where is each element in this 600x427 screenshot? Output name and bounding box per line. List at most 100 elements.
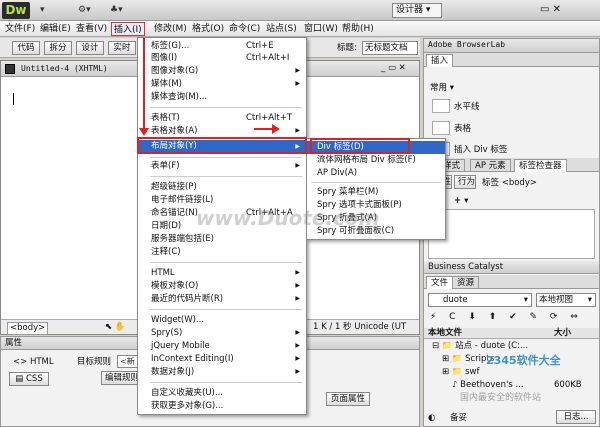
menu-item-table[interactable]: 表格(T) Ctrl+Alt+T <box>138 112 306 124</box>
layout-dropdown-icon[interactable]: ▾ <box>40 4 45 17</box>
menu-help[interactable]: 帮助(H) <box>340 22 376 36</box>
menu-item-tag-label: 标签(G)... <box>151 41 190 51</box>
insert-div-tag[interactable]: 插入 Div 标签 <box>454 145 507 156</box>
menu-item-tag[interactable]: 标签(G)... Ctrl+E <box>138 40 306 52</box>
menu-item-widget-label: Widget(W)... <box>151 315 205 325</box>
menu-item-jquery-mobile[interactable]: jQuery Mobile ▶ <box>138 340 306 352</box>
files-toolbar-icons[interactable]: ⚡ C ⬇ ⬆ ✔ ✎ ⟳ ⇔ <box>430 312 583 323</box>
menu-item-incontext-editing[interactable]: InContext Editing(I) ▶ <box>138 353 306 365</box>
page-properties-button[interactable]: 页面属性 <box>326 392 370 406</box>
add-behavior-icon[interactable]: + ▾ <box>454 196 468 207</box>
menu-item-table-objects[interactable]: 表格对象(A) ▶ <box>138 125 306 137</box>
menu-item-hyperlink[interactable]: 超级链接(P) <box>138 181 306 193</box>
select-tool-icon[interactable]: ⬉ ✋ <box>105 322 125 333</box>
design-view-button[interactable]: 设计 <box>76 41 104 55</box>
menu-item-template-objects[interactable]: 模板对象(O) ▶ <box>138 280 306 292</box>
tree-swf-folder[interactable]: ⊞ 📁 swf <box>442 367 479 378</box>
menu-item-image-shortcut: Ctrl+Alt+I <box>246 53 290 63</box>
properties-title: 属性 <box>5 338 23 348</box>
menu-item-template-objects-label: 模板对象(O) <box>151 281 199 291</box>
menu-window[interactable]: 窗口(W) <box>302 22 340 36</box>
tag-selector-body[interactable]: <body> <box>7 322 49 335</box>
mp3-file-size: 600KB <box>554 380 582 390</box>
behaviors-button[interactable]: 行为 <box>454 175 476 189</box>
view-select-value: 本地视图 <box>539 295 574 305</box>
menu-edit[interactable]: 编辑(E) <box>38 22 73 36</box>
tab-assets[interactable]: 资源 <box>452 276 480 289</box>
tree-site-root[interactable]: ⊟ 📁 站点 - duote (C:... <box>432 341 528 352</box>
document-tab-title[interactable]: Untitled-4 (XHTML) <box>21 63 108 74</box>
menu-item-recent-snippets[interactable]: 最近的代码片断(R) ▶ <box>138 293 306 305</box>
corner-brand-watermark: 2345软件大全 <box>486 354 561 367</box>
css-mode-button[interactable]: ▤ CSS <box>9 372 49 386</box>
submenu-arrow-icon: ▶ <box>295 127 300 134</box>
browserlab-header[interactable]: Adobe BrowserLab <box>424 39 599 53</box>
menu-modify[interactable]: 修改(M) <box>152 22 189 36</box>
menu-item-table-label: 表格(T) <box>151 113 180 123</box>
menu-item-get-more-objects[interactable]: 获取更多对象(G)... <box>138 400 306 412</box>
title-input[interactable]: 无标题文档 <box>362 41 418 55</box>
insert-category-select[interactable]: 常用 ▾ <box>430 83 454 94</box>
menu-site[interactable]: 站点(S) <box>264 22 299 36</box>
menu-separator <box>311 182 441 183</box>
menu-item-media[interactable]: 媒体(M) ▶ <box>138 78 306 90</box>
behaviors-list <box>428 209 595 259</box>
code-view-button[interactable]: 代码 <box>12 41 40 55</box>
document-window-controls[interactable]: _ ▭ ✕ <box>381 63 406 74</box>
local-files-column[interactable]: 本地文件 <box>428 328 462 339</box>
submenu-arrow-icon: ▶ <box>295 329 300 336</box>
tree-mp3-label: Beethoven's ... <box>460 380 524 390</box>
site-icon[interactable]: ♣▾ <box>110 4 123 17</box>
menu-item-image-objects[interactable]: 图像对象(G) ▶ <box>138 65 306 77</box>
annotation-arrow-down <box>143 38 145 133</box>
menu-item-data-objects[interactable]: 数据对象(J) ▶ <box>138 366 306 378</box>
business-catalyst-header[interactable]: Business Catalyst <box>424 261 599 274</box>
menu-item-spry[interactable]: Spry(S) ▶ <box>138 327 306 339</box>
menu-commands[interactable]: 命令(C) <box>227 22 262 36</box>
menu-item-form[interactable]: 表单(F) ▶ <box>138 160 306 172</box>
log-button[interactable]: 日志... <box>556 410 596 424</box>
tree-site-root-label: 站点 - duote (C:... <box>455 341 529 351</box>
split-view-button[interactable]: 拆分 <box>44 41 72 55</box>
menu-item-html-label: HTML <box>151 268 175 278</box>
target-rule-select[interactable]: <新 <box>117 355 139 368</box>
tag-body-label: 标签 <body> <box>482 178 537 188</box>
tab-insert[interactable]: 插入 <box>426 54 454 67</box>
menu-item-html[interactable]: HTML ▶ <box>138 267 306 279</box>
gear-icon[interactable]: ⚙▾ <box>78 4 91 17</box>
tree-swf-label: swf <box>465 367 480 377</box>
insert-horizontal-rule[interactable]: 水平线 <box>454 102 480 113</box>
tab-tag-inspector[interactable]: 标签检查器 <box>514 159 567 172</box>
highlight-box-layout-objects <box>137 137 307 154</box>
menu-insert[interactable]: 插入(I) <box>111 22 145 36</box>
menu-separator <box>150 107 302 108</box>
submenu-item-fluid-grid-div[interactable]: 流体网格布局 Div 标签(F) <box>307 154 445 166</box>
menu-format[interactable]: 格式(O) <box>190 22 226 36</box>
submenu-item-spry-menubar[interactable]: Spry 菜单栏(M) <box>307 186 445 198</box>
edit-rule-button[interactable]: 编辑规则 <box>101 371 141 385</box>
live-view-button[interactable]: 实时 <box>108 41 136 55</box>
view-select[interactable]: 本地视图 ▾ <box>536 293 596 307</box>
workspace-switcher[interactable]: 设计器 ▾ <box>392 3 442 18</box>
menu-item-image[interactable]: 图像(I) Ctrl+Alt+I <box>138 52 306 64</box>
tab-ap-elements[interactable]: AP 元素 <box>470 159 511 172</box>
site-select[interactable]: duote ▾ <box>428 293 532 307</box>
menu-item-server-include[interactable]: 服务器端包括(E) <box>138 233 306 245</box>
window-controls[interactable]: ▭ ✕ <box>540 3 561 17</box>
menu-item-widget[interactable]: Widget(W)... <box>138 314 306 326</box>
menu-file[interactable]: 文件(F) <box>3 22 37 36</box>
menu-item-media-query[interactable]: 媒体查询(M)... <box>138 91 306 103</box>
html-mode-button[interactable]: <> HTML <box>13 357 54 368</box>
submenu-item-ap-div[interactable]: AP Div(A) <box>307 167 445 179</box>
menu-separator <box>150 382 302 383</box>
tab-files[interactable]: 文件 <box>426 276 454 289</box>
menu-view[interactable]: 查看(V) <box>74 22 109 36</box>
menu-item-email-link[interactable]: 电子邮件链接(L) <box>138 194 306 206</box>
workspace-label: 设计器 <box>396 5 424 15</box>
business-catalyst-title: Business Catalyst <box>428 262 504 272</box>
menu-item-customize-favorites[interactable]: 自定义收藏夹(U)... <box>138 387 306 399</box>
insert-table[interactable]: 表格 <box>454 124 471 135</box>
submenu-arrow-icon: ▶ <box>295 342 300 349</box>
size-column[interactable]: 大小 <box>554 328 571 339</box>
menu-item-comment[interactable]: 注释(C) <box>138 246 306 258</box>
